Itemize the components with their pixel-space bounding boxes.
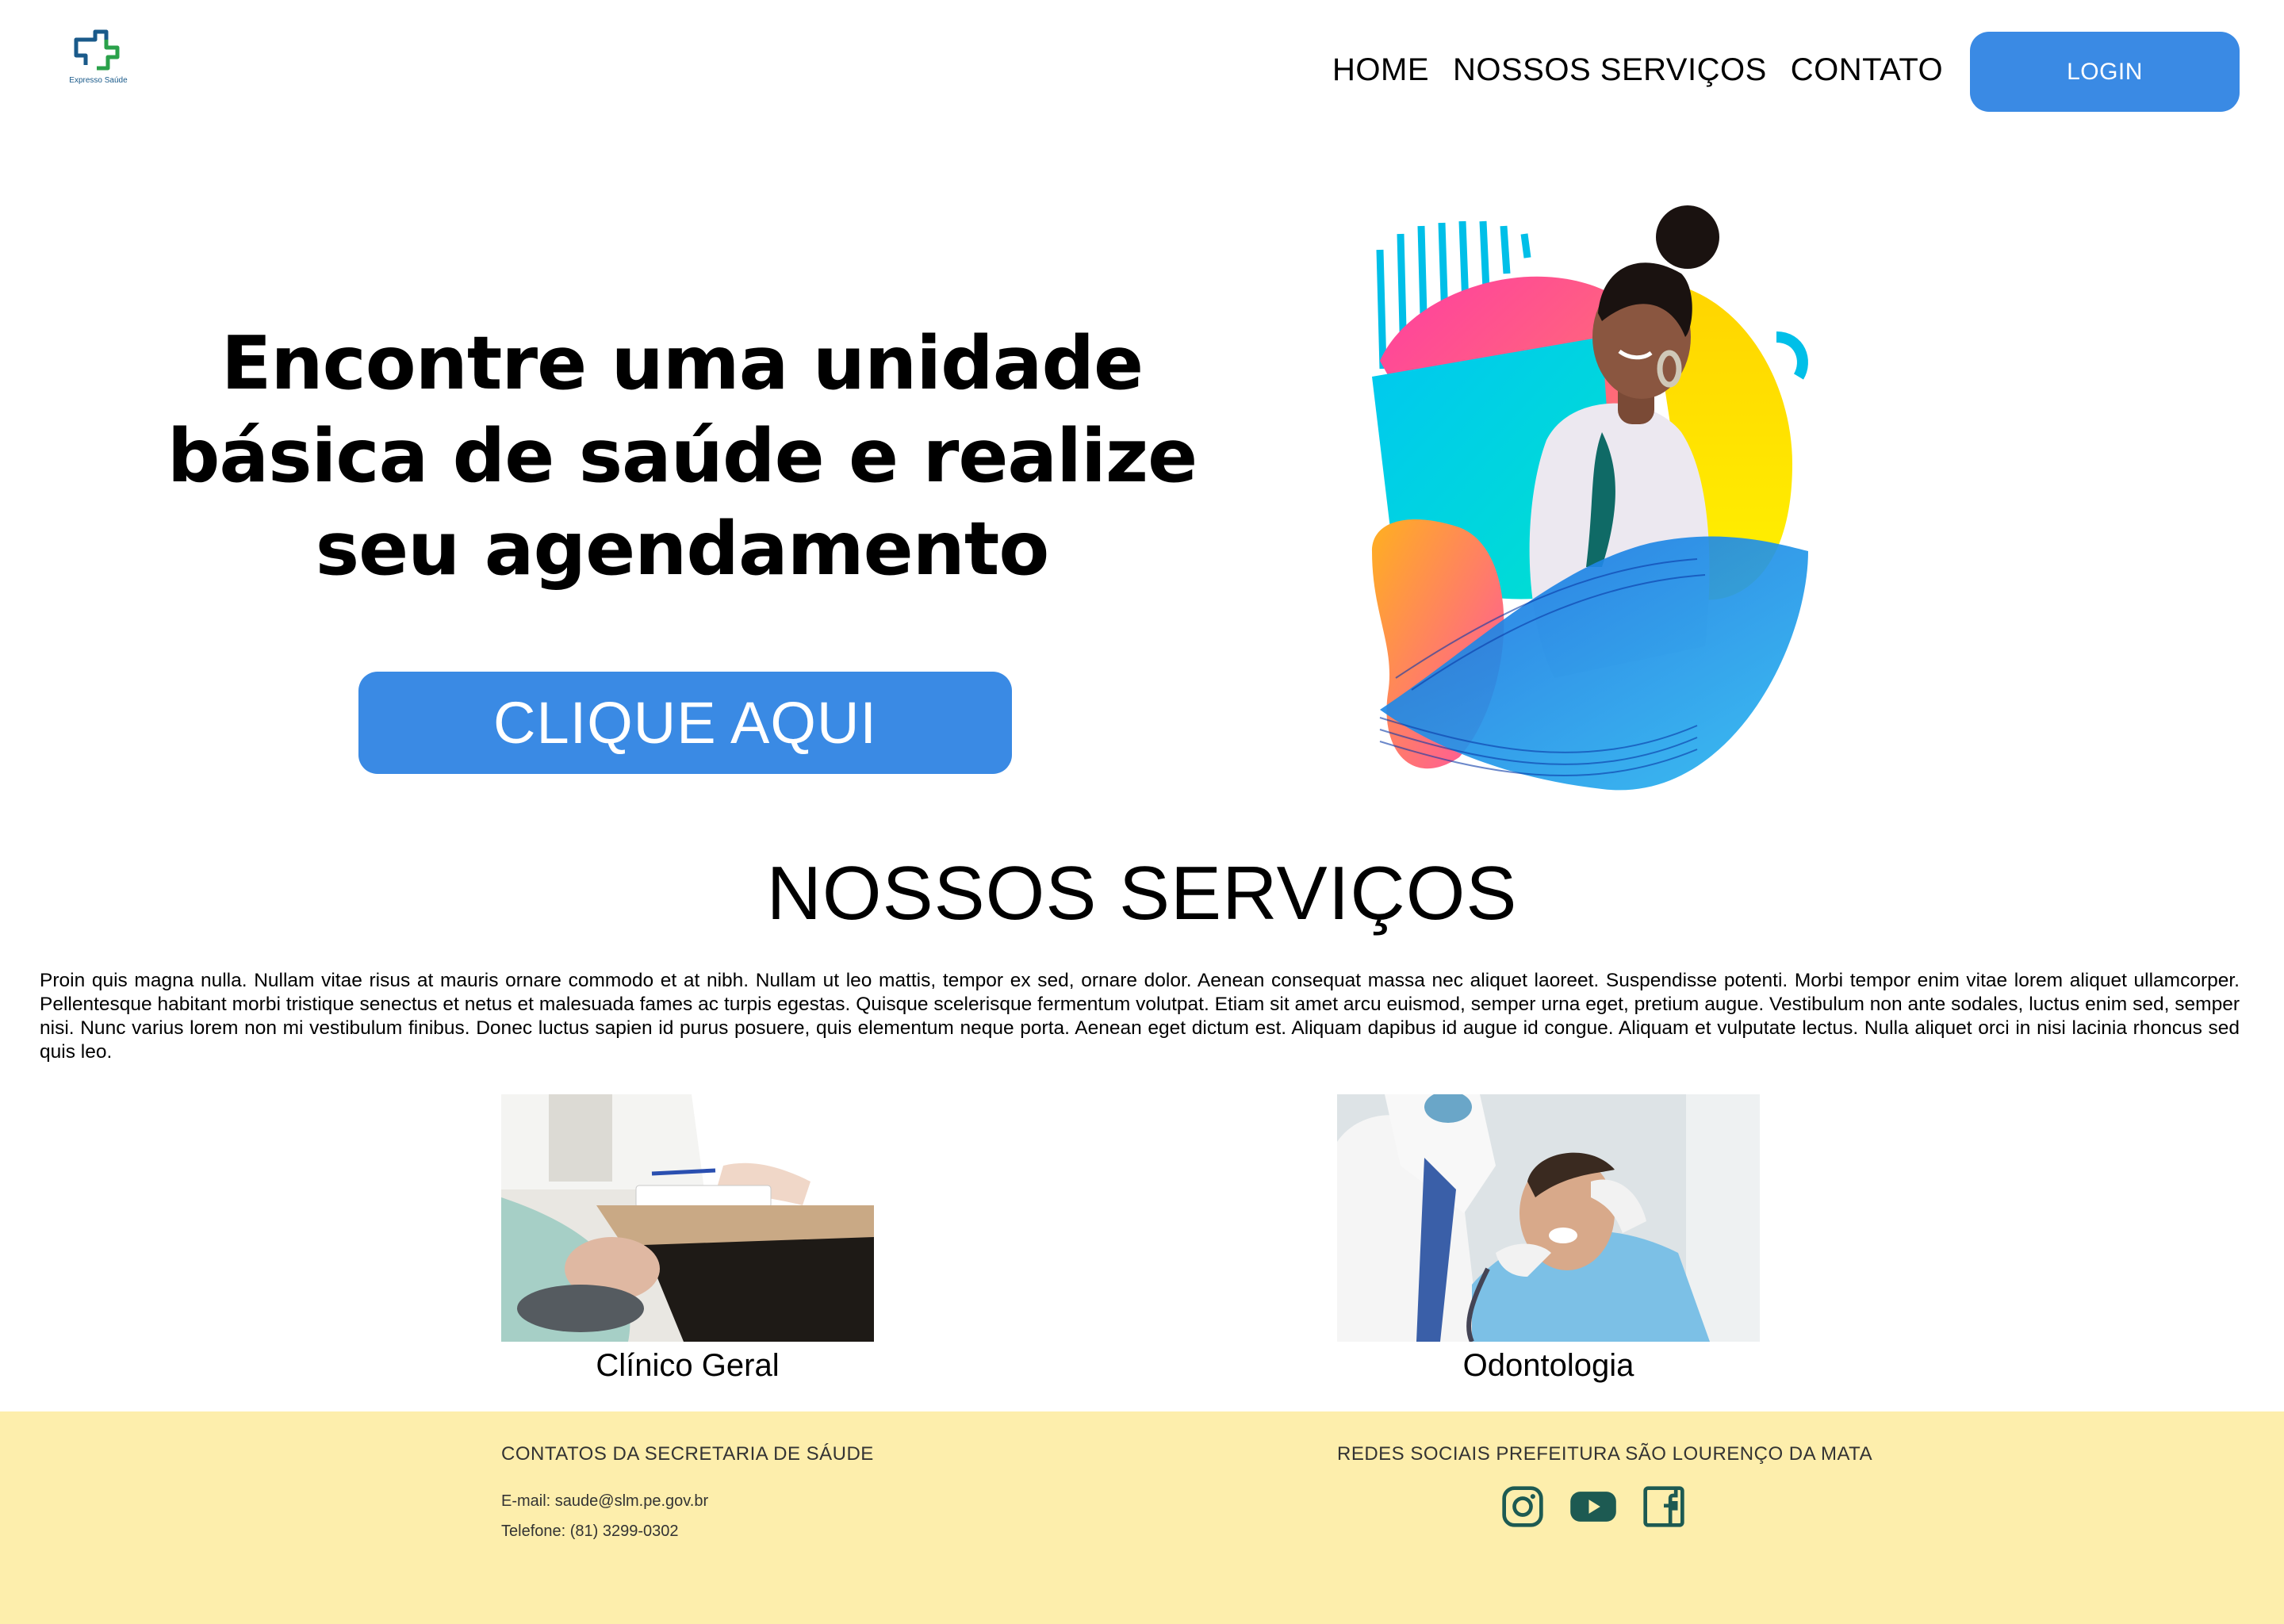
site-header: Expresso Saúde HOME NOSSOS SERVIÇOS CONT… — [0, 0, 2284, 135]
site-footer: CONTATOS DA SECRETARIA DE SÁUDE E-mail: … — [0, 1411, 2284, 1624]
services-title: NOSSOS SERVIÇOS — [766, 851, 1518, 936]
odontologia-photo — [1337, 1094, 1760, 1342]
nav-contact[interactable]: CONTATO — [1791, 52, 1943, 88]
service-label: Clínico Geral — [596, 1348, 780, 1383]
services-description: Proin quis magna nulla. Nullam vitae ris… — [40, 970, 2240, 1063]
clinico-geral-photo — [501, 1094, 874, 1342]
cross-logo-icon — [74, 29, 120, 71]
nav-services[interactable]: NOSSOS SERVIÇOS — [1453, 52, 1767, 88]
instagram-icon[interactable] — [1500, 1484, 1545, 1529]
hero-illustration — [1364, 202, 1824, 805]
hero-title: Encontre uma unidade básica de saúde e r… — [167, 320, 1198, 592]
contact-phone: Telefone: (81) 3299-0302 — [501, 1522, 679, 1540]
service-card-clinico-geral[interactable]: Clínico Geral — [501, 1094, 874, 1384]
nav-home[interactable]: HOME — [1332, 52, 1429, 88]
contact-email: E-mail: saude@slm.pe.gov.br — [501, 1492, 709, 1510]
contacts-title: CONTATOS DA SECRETARIA DE SÁUDE — [501, 1443, 874, 1465]
facebook-icon[interactable] — [1642, 1484, 1686, 1529]
login-button[interactable]: LOGIN — [1970, 32, 2240, 112]
logo[interactable]: Expresso Saúde — [69, 29, 128, 89]
service-card-odontologia[interactable]: Odontologia — [1337, 1094, 1760, 1384]
logo-text: Expresso Saúde — [69, 76, 128, 85]
main-nav: HOME NOSSOS SERVIÇOS CONTATO — [1332, 52, 1943, 88]
social-title: REDES SOCIAIS PREFEITURA SÃO LOURENÇO DA… — [1337, 1443, 1873, 1465]
service-label: Odontologia — [1462, 1348, 1634, 1383]
youtube-icon[interactable] — [1569, 1484, 1618, 1529]
cta-button[interactable]: CLIQUE AQUI — [358, 672, 1012, 774]
social-links — [1500, 1484, 1686, 1529]
